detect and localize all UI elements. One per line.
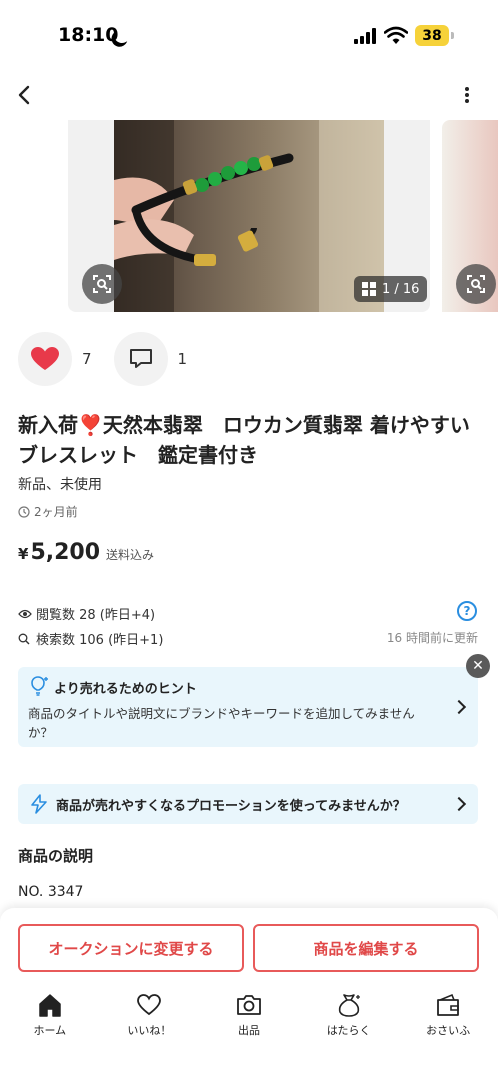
tab-sell-label: 出品 bbox=[237, 1024, 260, 1037]
photo-counter: 1 / 16 bbox=[354, 276, 428, 302]
selling-hint-card[interactable]: より売れるためのヒント 商品のタイトルや説明文にブランドやキーワードを追加してみ… bbox=[18, 667, 478, 747]
comment-icon bbox=[129, 349, 152, 368]
posted-time: 2ヶ月前 bbox=[18, 503, 78, 520]
tab-likes-label: いいね！ bbox=[127, 1024, 172, 1037]
comment-button[interactable] bbox=[113, 332, 168, 386]
like-button[interactable] bbox=[18, 332, 72, 386]
action-bar: オークションに変更する 商品を編集する bbox=[0, 908, 498, 988]
image-search-button[interactable] bbox=[82, 264, 122, 304]
shipping-note: 送料込み bbox=[106, 548, 155, 562]
posted-time-text: 2ヶ月前 bbox=[34, 505, 78, 519]
photo-gallery[interactable]: 1 / 16 bbox=[0, 120, 498, 312]
lens-search-icon bbox=[93, 275, 111, 293]
lightning-icon bbox=[31, 794, 47, 814]
change-to-auction-button[interactable]: オークションに変更する bbox=[18, 924, 244, 972]
item-title: 新入荷❣️天然本翡翠 ロウカン質翡翠 着けやすいブレスレット 鑑定書付き bbox=[18, 413, 470, 467]
tab-work[interactable]: はたらく bbox=[299, 988, 399, 1080]
like-count: 7 bbox=[82, 350, 92, 368]
more-options-icon[interactable] bbox=[456, 82, 478, 108]
description-text: NO. 3347 bbox=[18, 884, 84, 900]
tab-wallet[interactable]: おさいふ bbox=[398, 988, 498, 1080]
price-row: ¥ 5,200 送料込み bbox=[18, 540, 154, 565]
image-search-button[interactable] bbox=[456, 264, 496, 304]
promotion-text: 商品が売れやすくなるプロモーションを使ってみませんか？ bbox=[56, 798, 406, 814]
edit-item-button[interactable]: 商品を編集する bbox=[253, 924, 479, 972]
updated-time: 16 時間前に更新 bbox=[386, 631, 478, 645]
chevron-right-icon bbox=[451, 699, 467, 715]
item-condition: 新品、未使用 bbox=[18, 477, 102, 493]
description-heading: 商品の説明 bbox=[18, 847, 94, 865]
views-stat: 閲覧数 28 (昨日+4) bbox=[18, 604, 480, 623]
heart-icon bbox=[137, 994, 162, 1016]
tab-home[interactable]: ホーム bbox=[0, 988, 100, 1080]
photo-counter-text: 1 / 16 bbox=[382, 281, 420, 297]
home-icon bbox=[39, 994, 61, 1017]
reaction-row: 7 1 bbox=[18, 332, 209, 386]
eye-icon bbox=[18, 609, 32, 618]
battery-tip bbox=[451, 32, 454, 39]
edit-item-label: 商品を編集する bbox=[313, 939, 419, 958]
lightbulb-icon bbox=[31, 676, 48, 696]
battery-level: 38 bbox=[422, 27, 442, 44]
help-icon[interactable]: ? bbox=[457, 601, 477, 621]
change-to-auction-label: オークションに変更する bbox=[48, 939, 214, 958]
currency-symbol: ¥ bbox=[18, 545, 29, 563]
status-bar: 18:10 38 bbox=[0, 0, 498, 72]
hint-body: 商品のタイトルや説明文にブランドやキーワードを追加してみませんか？ bbox=[28, 706, 415, 740]
lens-search-icon bbox=[467, 275, 485, 293]
bracelet-image bbox=[114, 120, 384, 312]
battery-indicator: 38 bbox=[415, 25, 449, 46]
product-photo[interactable] bbox=[114, 120, 384, 312]
close-hint-button[interactable]: ✕ bbox=[466, 654, 490, 678]
heart-filled-icon bbox=[31, 347, 59, 370]
search-count-text: 検索数 106 (昨日+1) bbox=[36, 633, 164, 648]
status-time: 18:10 bbox=[58, 24, 119, 46]
hint-title: より売れるためのヒント bbox=[54, 682, 197, 697]
views-text: 閲覧数 28 (昨日+4) bbox=[36, 608, 156, 623]
clock-icon bbox=[18, 505, 30, 518]
money-bag-icon bbox=[338, 994, 360, 1017]
promotion-banner[interactable]: 商品が売れやすくなるプロモーションを使ってみませんか？ bbox=[18, 784, 478, 824]
tab-home-label: ホーム bbox=[33, 1024, 67, 1037]
search-icon bbox=[18, 633, 30, 644]
wifi-icon bbox=[384, 26, 408, 44]
tab-bar: ホーム いいね！ 出品 はたらく おさいふ bbox=[0, 988, 498, 1080]
grid-icon bbox=[362, 282, 376, 296]
price: 5,200 bbox=[30, 540, 101, 565]
tab-work-label: はたらく bbox=[326, 1024, 371, 1037]
cellular-signal-icon bbox=[354, 28, 376, 44]
chevron-right-icon bbox=[451, 796, 467, 812]
camera-icon bbox=[237, 995, 261, 1015]
back-chevron-icon[interactable] bbox=[12, 82, 36, 108]
comment-count: 1 bbox=[177, 350, 188, 368]
tab-likes[interactable]: いいね！ bbox=[100, 988, 200, 1080]
wallet-icon bbox=[437, 993, 460, 1016]
tab-sell[interactable]: 出品 bbox=[199, 988, 299, 1080]
tab-wallet-label: おさいふ bbox=[426, 1024, 471, 1037]
